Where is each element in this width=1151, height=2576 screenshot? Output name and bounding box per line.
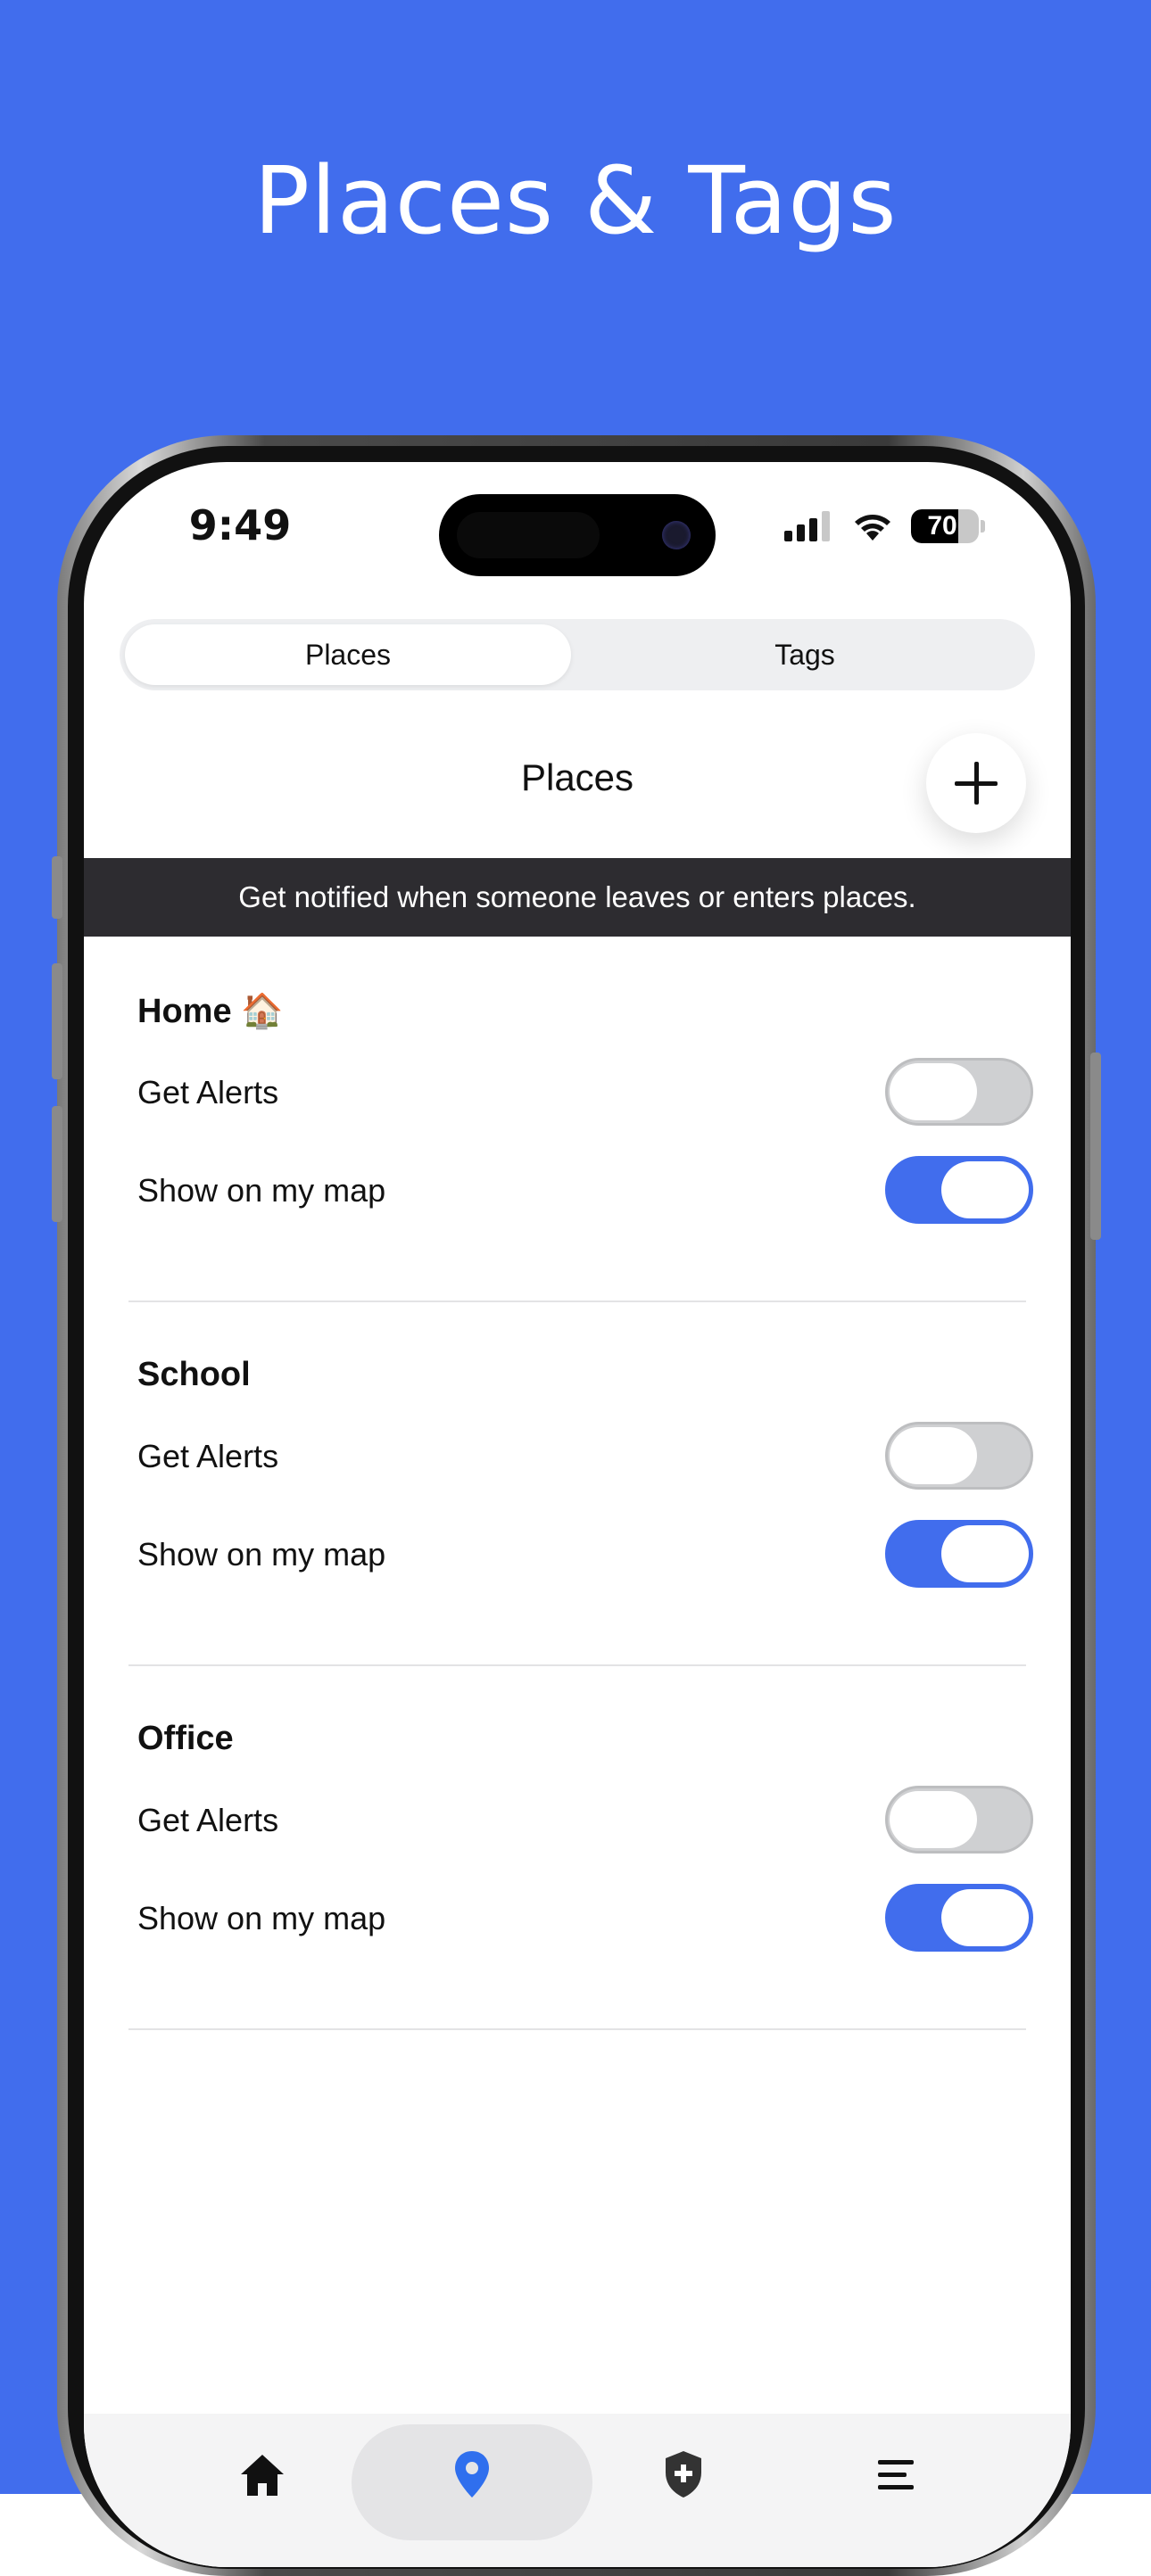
toggle-knob — [890, 1791, 977, 1848]
camera-icon — [662, 521, 691, 549]
toggle-knob — [941, 1525, 1029, 1582]
place-name: Home 🏠 — [137, 993, 284, 1030]
phone-volume-down — [52, 1106, 62, 1222]
home-icon[interactable] — [236, 2448, 289, 2501]
places-tags-segmented-control: Places Tags — [120, 619, 1035, 690]
dynamic-island — [439, 494, 716, 576]
shield-plus-icon[interactable] — [657, 2448, 710, 2501]
show-on-map-label: Show on my map — [137, 1536, 386, 1573]
toggle-knob — [890, 1427, 977, 1484]
place-card-2: School Get Alerts Show on my map — [84, 1302, 1071, 1666]
toggle-knob — [941, 1161, 1029, 1218]
toggle-knob — [941, 1889, 1029, 1946]
show-on-map-label: Show on my map — [137, 1900, 386, 1936]
get-alerts-toggle[interactable] — [885, 1058, 1033, 1126]
battery-icon: 70 — [911, 509, 979, 543]
headline: Places & Tags — [253, 146, 898, 255]
get-alerts-label: Get Alerts — [137, 1438, 279, 1474]
show-on-map-label: Show on my map — [137, 1172, 386, 1209]
island-sensor — [457, 512, 600, 558]
show-on-map-toggle[interactable] — [885, 1156, 1033, 1224]
toggle-knob — [890, 1063, 977, 1120]
segment-tags[interactable]: Tags — [580, 624, 1030, 685]
battery-percent: 70 — [927, 511, 957, 541]
get-alerts-label: Get Alerts — [137, 1074, 279, 1110]
place-card-3: Office Get Alerts Show on my map — [84, 1666, 1071, 2030]
phone-power-button — [1090, 1053, 1101, 1240]
get-alerts-toggle[interactable] — [885, 1422, 1033, 1490]
wifi-icon — [855, 515, 890, 541]
location-pin-icon[interactable] — [445, 2448, 499, 2501]
add-place-button[interactable] — [926, 733, 1026, 833]
info-banner: Get notified when someone leaves or ente… — [84, 858, 1071, 937]
status-time: 9:49 — [188, 501, 292, 549]
get-alerts-toggle[interactable] — [885, 1786, 1033, 1854]
cellular-signal-icon — [784, 511, 830, 541]
phone-volume-up — [52, 963, 62, 1079]
place-name: School — [137, 1356, 251, 1393]
get-alerts-label: Get Alerts — [137, 1802, 279, 1838]
page-title: Places — [520, 756, 634, 798]
show-on-map-toggle[interactable] — [885, 1520, 1033, 1588]
menu-icon[interactable] — [869, 2448, 923, 2501]
place-card-1: Home 🏠 Get Alerts Show on my map — [84, 938, 1071, 1302]
place-name: Office — [137, 1720, 234, 1757]
status-icons: 70 — [784, 508, 985, 544]
bottom-navigation — [84, 2414, 1071, 2567]
phone-screen: 9:49 70 Places Tags Places Get notified … — [84, 462, 1071, 2567]
divider — [128, 2028, 1026, 2030]
phone-action-button — [52, 856, 62, 919]
battery-tip — [981, 520, 985, 533]
show-on-map-toggle[interactable] — [885, 1884, 1033, 1952]
segment-places[interactable]: Places — [125, 624, 571, 685]
